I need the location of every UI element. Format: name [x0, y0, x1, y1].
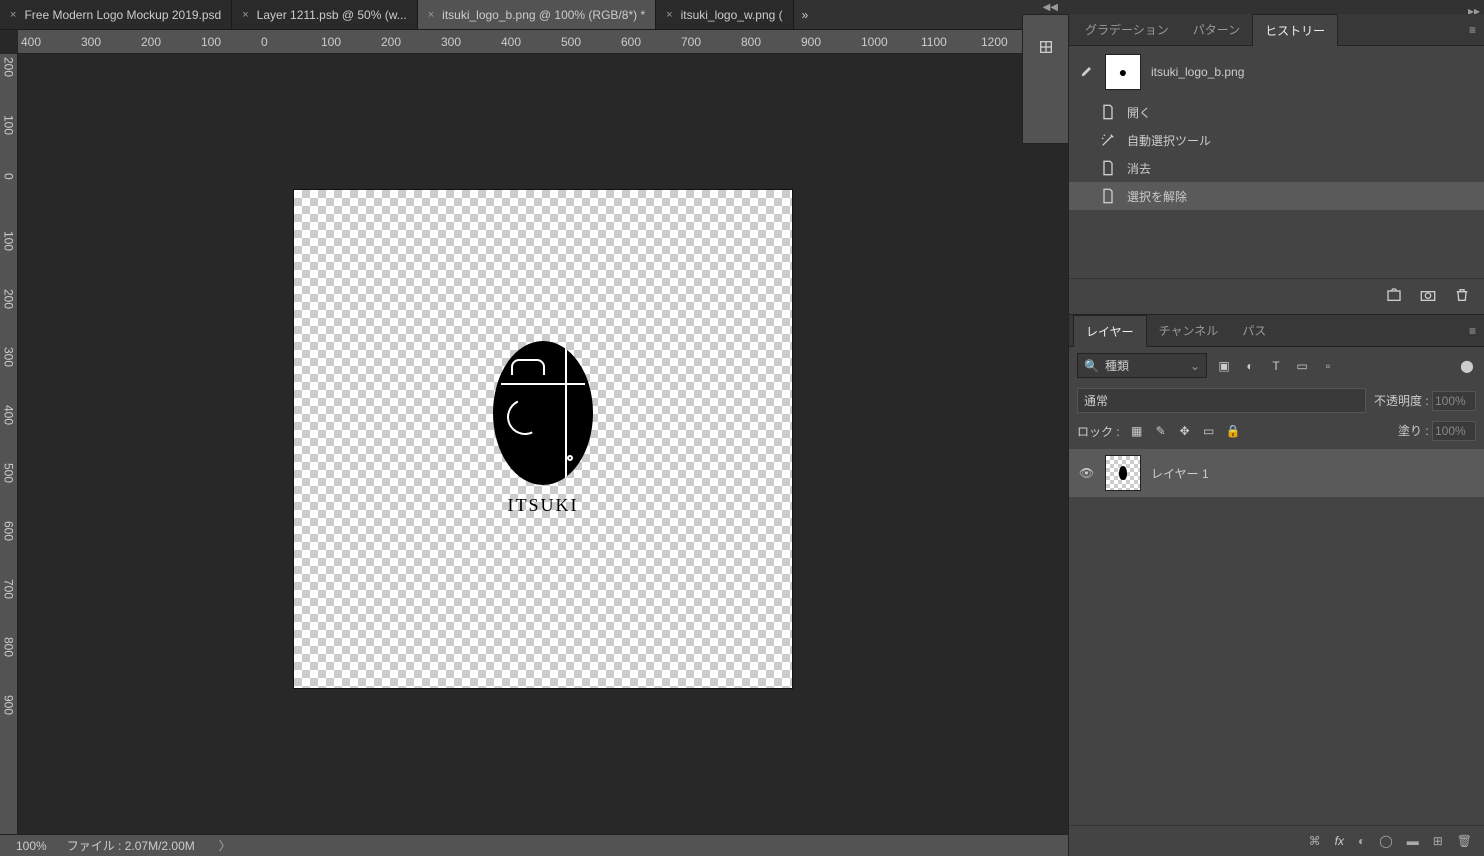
history-brush-icon [1079, 63, 1095, 82]
close-icon[interactable]: × [666, 9, 672, 21]
lock-move-icon[interactable]: ✥ [1178, 424, 1192, 438]
history-item[interactable]: 自動選択ツール [1069, 126, 1484, 154]
magic-wand-icon [1099, 131, 1117, 149]
new-layer-icon[interactable]: ⊞ [1433, 834, 1443, 848]
tab-pattern[interactable]: パターン [1181, 14, 1252, 46]
tab-channels[interactable]: チャンネル [1147, 315, 1231, 347]
blend-opacity-row: 通常 不透明度 : [1069, 384, 1484, 417]
layer-name[interactable]: レイヤー 1 [1151, 465, 1209, 482]
history-item-label: 開く [1127, 104, 1151, 121]
filter-toggle-icon[interactable]: ⬤ [1458, 359, 1476, 373]
tab-paths[interactable]: パス [1230, 315, 1278, 347]
ruler-horizontal[interactable]: 4003002001000100200300400500600700800900… [18, 30, 1068, 54]
chevron-down-icon: ⌄ [1190, 359, 1200, 373]
history-panel-tabs: グラデーション パターン ヒストリー ≡ [1069, 14, 1484, 46]
opacity-input[interactable] [1432, 391, 1476, 411]
filter-adjust-icon[interactable]: ◐ [1241, 359, 1259, 373]
logo-text: ITSUKI [508, 495, 579, 516]
history-item-label: 消去 [1127, 160, 1151, 177]
history-footer [1069, 278, 1484, 314]
file-size[interactable]: ファイル : 2.07M/2.00M [67, 837, 195, 854]
lock-all-icon[interactable]: 🔒 [1226, 424, 1240, 438]
blend-mode-dropdown[interactable]: 通常 [1077, 388, 1366, 413]
layers-footer: ⌘ fx ◐ ◯ ▬ ⊞ 🗑 [1069, 825, 1484, 856]
chevron-right-icon[interactable]: 〉 [219, 837, 231, 854]
filter-shape-icon[interactable]: ▭ [1293, 359, 1311, 373]
history-item-selected[interactable]: 選択を解除 [1069, 182, 1484, 210]
opacity-label: 不透明度 : [1374, 394, 1429, 408]
layer-filter-row: 🔍 種類 ⌄ ▣ ◐ T ▭ ▫ ⬤ [1069, 347, 1484, 384]
history-document-name: itsuki_logo_b.png [1151, 65, 1244, 79]
history-document-row[interactable]: ● itsuki_logo_b.png [1069, 46, 1484, 98]
logo-artwork: ITSUKI [493, 341, 593, 516]
document-tab[interactable]: ×Free Modern Logo Mockup 2019.psd [0, 0, 232, 29]
lock-row: ロック : ▦ ✎ ✥ ▭ 🔒 塗り : [1069, 417, 1484, 445]
filter-type-icon[interactable]: T [1267, 359, 1285, 373]
layer-thumbnail[interactable] [1105, 455, 1141, 491]
status-bar: 100% ファイル : 2.07M/2.00M 〉 [0, 834, 1068, 856]
visibility-icon[interactable]: 👁 [1079, 466, 1095, 480]
layer-list: 👁 レイヤー 1 [1069, 445, 1484, 825]
history-item-label: 自動選択ツール [1127, 132, 1211, 149]
history-item-label: 選択を解除 [1127, 188, 1187, 205]
close-icon[interactable]: × [242, 9, 248, 21]
layer-filter-label: 種類 [1105, 357, 1129, 374]
document-tab-active[interactable]: ×itsuki_logo_b.png @ 100% (RGB/8*) * [418, 0, 656, 29]
canvas-viewport[interactable]: ITSUKI [18, 54, 1068, 834]
group-icon[interactable]: ▬ [1407, 834, 1419, 848]
document-icon [1099, 103, 1117, 121]
history-list: 開く 自動選択ツール 消去 選択を解除 [1069, 98, 1484, 210]
ruler-vertical[interactable]: 2001000100200300400500600700800900 [0, 54, 18, 834]
document-icon [1099, 159, 1117, 177]
history-item[interactable]: 消去 [1069, 154, 1484, 182]
layer-row[interactable]: 👁 レイヤー 1 [1069, 449, 1484, 497]
collapsed-panel-dock[interactable] [1022, 14, 1068, 144]
adjustment-icon[interactable]: ◯ [1379, 834, 1392, 848]
right-panels: グラデーション パターン ヒストリー ≡ ● itsuki_logo_b.png… [1068, 14, 1484, 856]
tab-history[interactable]: ヒストリー [1252, 14, 1338, 46]
panel-menu-icon[interactable]: ≡ [1461, 23, 1484, 37]
layers-panel-tabs: レイヤー チャンネル パス ≡ [1069, 315, 1484, 347]
collapse-panels-icon[interactable]: ◀◀ [1037, 0, 1064, 15]
close-icon[interactable]: × [428, 9, 434, 21]
panel-icon[interactable] [1036, 37, 1056, 57]
fill-input[interactable] [1432, 421, 1476, 441]
tab-layers[interactable]: レイヤー [1073, 315, 1147, 347]
document-icon [1099, 187, 1117, 205]
layer-filter-dropdown[interactable]: 🔍 種類 ⌄ [1077, 353, 1207, 378]
document-tab[interactable]: ×itsuki_logo_w.png ( [656, 0, 794, 29]
canvas[interactable]: ITSUKI [294, 190, 792, 688]
lock-brush-icon[interactable]: ✎ [1154, 424, 1168, 438]
trash-icon[interactable]: 🗑 [1457, 834, 1472, 848]
search-icon: 🔍 [1084, 359, 1099, 373]
logo-mark [493, 341, 593, 485]
close-icon[interactable]: × [10, 9, 16, 21]
lock-pixels-icon[interactable]: ▦ [1130, 424, 1144, 438]
camera-icon[interactable] [1420, 287, 1436, 306]
link-icon[interactable]: ⌘ [1309, 834, 1321, 848]
tabs-overflow-icon[interactable]: » [794, 0, 817, 29]
history-thumbnail: ● [1105, 54, 1141, 90]
fill-label: 塗り : [1398, 424, 1429, 438]
trash-icon[interactable] [1454, 287, 1470, 306]
workarea: 4003002001000100200300400500600700800900… [0, 30, 1068, 834]
history-panel: グラデーション パターン ヒストリー ≡ ● itsuki_logo_b.png… [1069, 14, 1484, 314]
lock-label: ロック : [1077, 423, 1120, 440]
layers-panel: レイヤー チャンネル パス ≡ 🔍 種類 ⌄ ▣ ◐ T ▭ ▫ ⬤ 通常 不透… [1069, 314, 1484, 856]
mask-icon[interactable]: ◐ [1358, 834, 1365, 848]
fx-icon[interactable]: fx [1335, 834, 1344, 848]
panel-menu-icon[interactable]: ≡ [1461, 324, 1484, 338]
tab-gradation[interactable]: グラデーション [1073, 14, 1181, 46]
zoom-value[interactable]: 100% [16, 839, 47, 853]
new-snapshot-icon[interactable] [1386, 287, 1402, 306]
filter-image-icon[interactable]: ▣ [1215, 359, 1233, 373]
lock-artboard-icon[interactable]: ▭ [1202, 424, 1216, 438]
history-item[interactable]: 開く [1069, 98, 1484, 126]
document-tab[interactable]: ×Layer 1211.psb @ 50% (w... [232, 0, 417, 29]
filter-smart-icon[interactable]: ▫ [1319, 359, 1337, 373]
